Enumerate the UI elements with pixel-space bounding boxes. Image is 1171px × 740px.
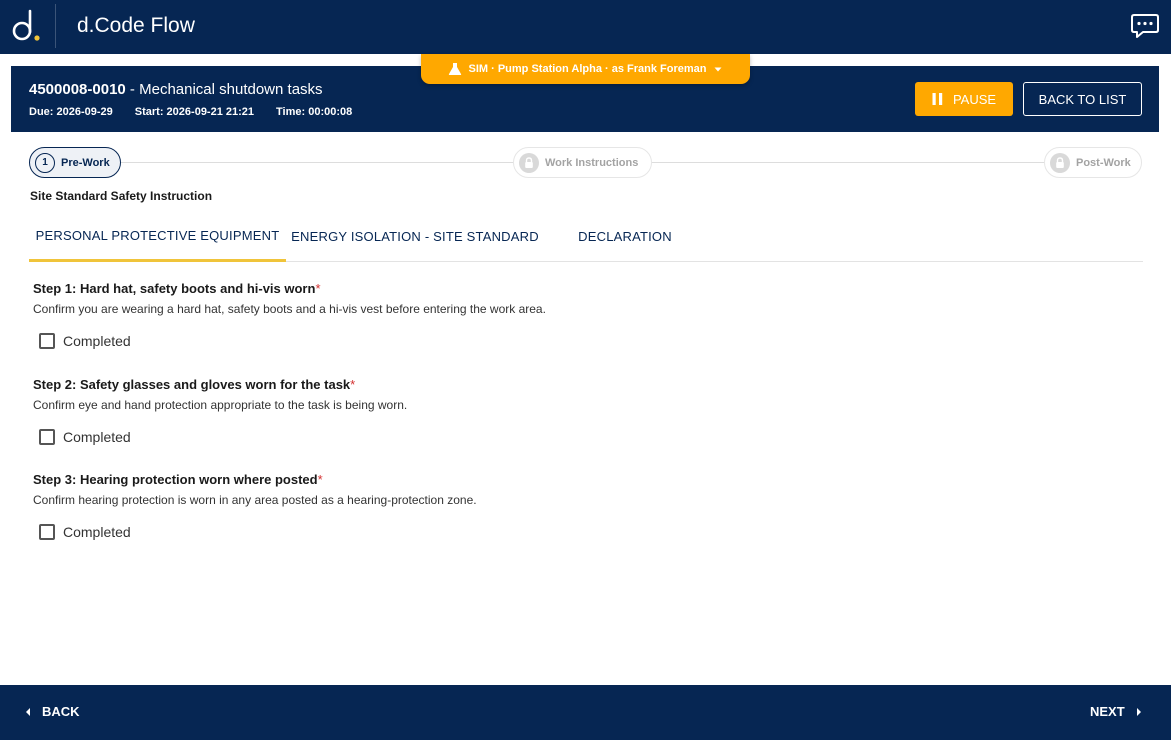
step-description: Confirm eye and hand protection appropri… — [33, 398, 408, 412]
task-due-date: Due: 2026-09-29 — [29, 106, 113, 118]
checkbox-label: Completed — [63, 429, 131, 445]
chevron-left-icon — [26, 707, 30, 716]
instruction-tabs: PERSONAL PROTECTIVE EQUIPMENT ENERGY ISO… — [29, 211, 1143, 262]
step-item: Step 3: Hearing protection worn where po… — [33, 472, 477, 540]
step-title-text: Step 2: Safety glasses and gloves worn f… — [33, 377, 351, 392]
lock-icon — [519, 152, 539, 173]
stage-label: Work Instructions — [545, 156, 639, 169]
checkbox-label: Completed — [63, 524, 131, 540]
dcode-logo-icon[interactable] — [10, 8, 46, 44]
task-start-time: Start: 2026-09-21 21:21 — [134, 106, 255, 118]
simulation-banner-dropdown[interactable]: SIM · Pump Station Alpha · as Frank Fore… — [421, 54, 750, 84]
stepper-connector — [651, 162, 1045, 163]
task-elapsed-time: Time: 00:00:08 — [276, 106, 353, 118]
required-marker: * — [317, 472, 323, 487]
checkbox-box[interactable] — [39, 333, 55, 349]
stage-number: 1 — [35, 152, 55, 173]
caret-down-icon — [714, 67, 722, 72]
required-marker: * — [315, 281, 321, 296]
task-meta: Due: 2026-09-29 Start: 2026-09-21 21:21 … — [29, 106, 352, 118]
task-title: 4500008-0010 - Mechanical shutdown tasks — [29, 81, 323, 98]
next-button-label: NEXT — [1090, 704, 1125, 719]
checkbox-box[interactable] — [39, 524, 55, 540]
back-button[interactable]: BACK — [24, 704, 80, 719]
task-title-separator: - — [125, 81, 140, 98]
step-item: Step 2: Safety glasses and gloves worn f… — [33, 377, 407, 445]
stage-pre-work[interactable]: 1 Pre-Work — [29, 147, 121, 178]
step-title: Step 2: Safety glasses and gloves worn f… — [33, 377, 407, 392]
tab-declaration[interactable]: DECLARATION — [544, 211, 706, 262]
tab-personal-protective-equipment[interactable]: PERSONAL PROTECTIVE EQUIPMENT — [29, 211, 286, 262]
step-description: Confirm you are wearing a hard hat, safe… — [33, 302, 546, 316]
back-button-label: BACK — [42, 704, 80, 719]
step-description: Confirm hearing protection is worn in an… — [33, 493, 477, 507]
step-completed-checkbox[interactable]: Completed — [39, 429, 407, 445]
back-to-list-button[interactable]: BACK TO LIST — [1023, 82, 1142, 116]
step-title: Step 3: Hearing protection worn where po… — [33, 472, 477, 487]
stage-label: Pre-Work — [61, 156, 110, 169]
task-code: 4500008-0010 — [29, 81, 126, 98]
task-name: Mechanical shutdown tasks — [139, 81, 323, 98]
tab-energy-isolation[interactable]: ENERGY ISOLATION - SITE STANDARD — [286, 211, 544, 262]
pause-button[interactable]: PAUSE — [915, 82, 1013, 116]
pause-icon — [932, 93, 943, 105]
app-title: d.Code Flow — [77, 14, 195, 37]
chevron-right-icon — [1136, 707, 1141, 716]
required-marker: * — [350, 377, 356, 392]
step-item: Step 1: Hard hat, safety boots and hi-vi… — [33, 281, 546, 349]
step-title-text: Step 1: Hard hat, safety boots and hi-vi… — [33, 281, 316, 296]
simulation-banner-label: SIM · Pump Station Alpha · as Frank Fore… — [468, 63, 707, 75]
stage-label: Post-Work — [1076, 156, 1131, 169]
top-app-bar: d.Code Flow — [0, 0, 1171, 54]
bottom-navigation-bar: BACK NEXT — [0, 685, 1171, 740]
lock-icon — [1050, 152, 1070, 173]
step-title-text: Step 3: Hearing protection worn where po… — [33, 472, 318, 487]
checkbox-label: Completed — [63, 333, 131, 349]
stage-work-instructions[interactable]: Work Instructions — [513, 147, 652, 178]
pause-button-label: PAUSE — [952, 91, 997, 107]
chat-icon[interactable] — [1131, 13, 1159, 39]
section-title: Site Standard Safety Instruction — [30, 189, 213, 203]
step-completed-checkbox[interactable]: Completed — [39, 333, 546, 349]
step-title: Step 1: Hard hat, safety boots and hi-vi… — [33, 281, 546, 296]
stepper-connector — [121, 162, 514, 163]
flask-icon — [448, 63, 461, 75]
stage-post-work[interactable]: Post-Work — [1044, 147, 1142, 178]
checkbox-box[interactable] — [39, 429, 55, 445]
logo-divider — [55, 4, 56, 48]
step-completed-checkbox[interactable]: Completed — [39, 524, 477, 540]
next-button[interactable]: NEXT — [1090, 704, 1143, 719]
